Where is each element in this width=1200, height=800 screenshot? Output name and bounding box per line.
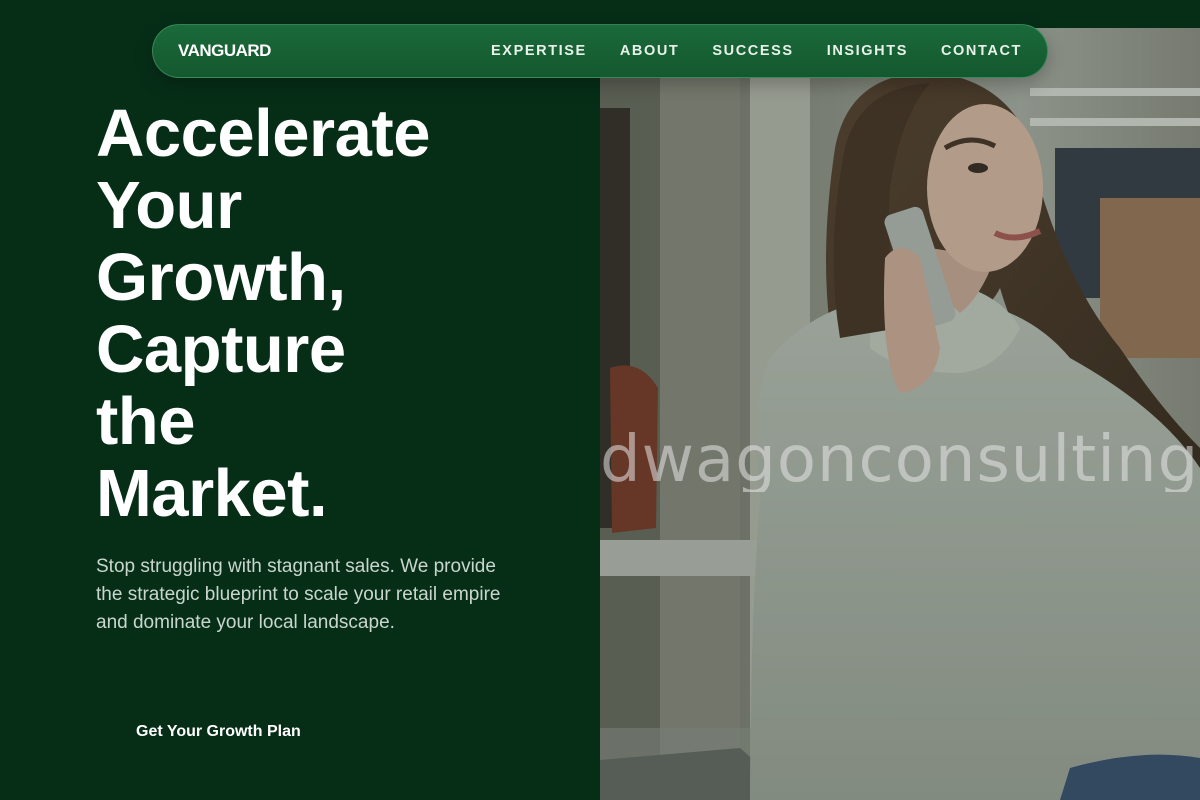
landing-page: dwagonconsulting VANGUARD EXPERTISE ABOU… — [0, 0, 1200, 800]
nav-link-contact[interactable]: CONTACT — [941, 43, 1022, 59]
brand-logo[interactable]: VANGUARD — [178, 41, 271, 61]
watermark-text: dwagonconsulting — [600, 428, 1200, 492]
headline-line: Capture — [96, 312, 346, 387]
nav-link-expertise[interactable]: EXPERTISE — [491, 43, 587, 59]
headline-line: Growth, — [96, 240, 346, 315]
headline-line: Accelerate — [96, 96, 430, 171]
headline-line: Your — [96, 168, 242, 243]
hero-subtext: Stop struggling with stagnant sales. We … — [96, 556, 501, 633]
photo-overlay — [600, 28, 1200, 800]
get-growth-plan-button[interactable]: Get Your Growth Plan — [96, 708, 341, 756]
headline-line: the — [96, 384, 196, 459]
hero-headline: Accelerate Your Growth, Capture the Mark… — [96, 98, 576, 530]
hero-photo-woman-on-phone: dwagonconsulting — [600, 28, 1200, 800]
nav-link-success[interactable]: SUCCESS — [712, 43, 793, 59]
top-navigation-bar: VANGUARD EXPERTISE ABOUT SUCCESS INSIGHT… — [152, 24, 1048, 78]
nav-links: EXPERTISE ABOUT SUCCESS INSIGHTS CONTACT — [491, 43, 1022, 59]
headline-line: Market. — [96, 456, 328, 531]
nav-link-about[interactable]: ABOUT — [620, 43, 680, 59]
nav-link-insights[interactable]: INSIGHTS — [827, 43, 908, 59]
